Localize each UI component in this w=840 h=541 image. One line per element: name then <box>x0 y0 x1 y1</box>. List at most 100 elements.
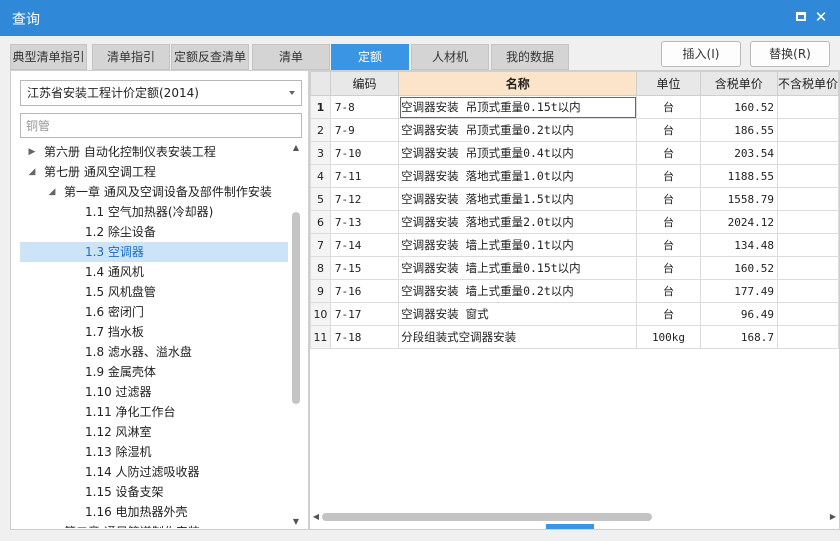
column-header-name[interactable]: 名称 <box>398 71 638 96</box>
collapse-arrow-icon[interactable]: ◢ <box>26 162 38 182</box>
price-notax-cell[interactable] <box>776 279 839 303</box>
tab-list[interactable]: 清单 <box>252 44 330 70</box>
name-cell[interactable]: 空调器安装 落地式重量2.0t以内 <box>398 210 638 234</box>
column-header-price-tax[interactable]: 含税单价 <box>699 71 778 96</box>
column-header-unit[interactable]: 单位 <box>636 71 701 96</box>
table-row[interactable]: 6 7-13 空调器安装 落地式重量2.0t以内台 2024.12 <box>310 210 839 234</box>
tree-item[interactable]: 1.3 空调器 <box>20 242 288 262</box>
price-notax-cell[interactable] <box>776 325 839 349</box>
code-cell[interactable]: 7-13 <box>329 210 400 234</box>
table-row[interactable]: 7 7-14 空调器安装 墙上式重量0.1t以内台 134.48 <box>310 233 839 257</box>
row-number[interactable]: 8 <box>310 256 331 280</box>
close-button[interactable]: ✕ <box>813 9 829 25</box>
name-cell[interactable]: 空调器安装 窗式 <box>398 302 638 326</box>
price-notax-cell[interactable] <box>776 302 839 326</box>
price-tax-cell[interactable]: 160.52 <box>699 256 778 280</box>
name-cell[interactable]: 空调器安装 墙上式重量0.15t以内 <box>398 256 638 280</box>
tab-typical-list-guide[interactable]: 典型清单指引 <box>10 44 87 70</box>
table-row[interactable]: 1 7-8 空调器安装 吊顶式重量0.15t以内台 160.52 <box>310 95 839 119</box>
tree-item[interactable]: 1.14 人防过滤吸收器 <box>20 462 288 482</box>
tree-scrollbar[interactable]: ▲ ▼ <box>290 142 302 528</box>
code-cell[interactable]: 7-14 <box>329 233 400 257</box>
name-cell[interactable]: 空调器安装 墙上式重量0.1t以内 <box>398 233 638 257</box>
code-cell[interactable]: 7-11 <box>329 164 400 188</box>
tree-item[interactable]: 1.16 电加热器外壳 <box>20 502 288 522</box>
name-cell[interactable]: 空调器安装 吊顶式重量0.2t以内 <box>398 118 638 142</box>
price-notax-cell[interactable] <box>776 164 839 188</box>
table-row[interactable]: 4 7-11 空调器安装 落地式重量1.0t以内台 1188.55 <box>310 164 839 188</box>
unit-cell[interactable]: 台 <box>636 187 701 211</box>
search-input[interactable] <box>20 113 302 138</box>
price-tax-cell[interactable]: 1188.55 <box>699 164 778 188</box>
tree-item[interactable]: 1.9 金属壳体 <box>20 362 288 382</box>
tree-item[interactable]: 1.2 除尘设备 <box>20 222 288 242</box>
horizontal-scrollbar-thumb[interactable] <box>322 513 652 521</box>
code-cell[interactable]: 7-10 <box>329 141 400 165</box>
code-cell[interactable]: 7-18 <box>329 325 400 349</box>
column-header-code[interactable]: 编码 <box>329 71 400 96</box>
expand-arrow-icon[interactable]: ▶ <box>46 522 58 528</box>
unit-cell[interactable]: 台 <box>636 164 701 188</box>
unit-cell[interactable]: 台 <box>636 233 701 257</box>
code-cell[interactable]: 7-9 <box>329 118 400 142</box>
code-cell[interactable]: 7-15 <box>329 256 400 280</box>
code-cell[interactable]: 7-12 <box>329 187 400 211</box>
price-tax-cell[interactable]: 134.48 <box>699 233 778 257</box>
tree-item[interactable]: 1.8 滤水器、溢水盘 <box>20 342 288 362</box>
table-row[interactable]: 8 7-15 空调器安装 墙上式重量0.15t以内台 160.52 <box>310 256 839 280</box>
price-tax-cell[interactable]: 2024.12 <box>699 210 778 234</box>
price-tax-cell[interactable]: 160.52 <box>699 95 778 119</box>
tree-item[interactable]: ▶ 第六册 自动化控制仪表安装工程 <box>20 142 288 162</box>
price-tax-cell[interactable]: 96.49 <box>699 302 778 326</box>
unit-cell[interactable]: 台 <box>636 256 701 280</box>
scroll-left-icon[interactable]: ◀ <box>310 511 322 523</box>
tree-item[interactable]: 1.5 风机盘管 <box>20 282 288 302</box>
unit-cell[interactable]: 台 <box>636 302 701 326</box>
name-cell[interactable]: 空调器安装 吊顶式重量0.4t以内 <box>398 141 638 165</box>
unit-cell[interactable]: 100kg <box>636 325 701 349</box>
table-row[interactable]: 11 7-18 分段组装式空调器安装 100kg 168.7 <box>310 325 839 349</box>
name-cell[interactable]: 空调器安装 吊顶式重量0.15t以内 <box>398 95 638 119</box>
price-tax-cell[interactable]: 177.49 <box>699 279 778 303</box>
column-header-price-notax[interactable]: 不含税单价 <box>776 71 839 96</box>
name-cell[interactable]: 分段组装式空调器安装 <box>398 325 638 349</box>
name-cell[interactable]: 空调器安装 落地式重量1.5t以内 <box>398 187 638 211</box>
table-row[interactable]: 2 7-9 空调器安装 吊顶式重量0.2t以内台 186.55 <box>310 118 839 142</box>
table-row[interactable]: 10 7-17 空调器安装 窗式台 96.49 <box>310 302 839 326</box>
tab-labor-material-machine[interactable]: 人材机 <box>411 44 489 70</box>
tab-quota-reverse-lookup[interactable]: 定额反查清单 <box>171 44 249 70</box>
row-number[interactable]: 6 <box>310 210 331 234</box>
expand-arrow-icon[interactable]: ▶ <box>26 142 38 162</box>
row-number[interactable]: 7 <box>310 233 331 257</box>
tree-item[interactable]: 1.12 风淋室 <box>20 422 288 442</box>
quota-library-select[interactable]: 江苏省安装工程计价定额(2014) <box>20 80 302 106</box>
row-number[interactable]: 5 <box>310 187 331 211</box>
unit-cell[interactable]: 台 <box>636 141 701 165</box>
row-number[interactable]: 10 <box>310 302 331 326</box>
price-notax-cell[interactable] <box>776 95 839 119</box>
unit-cell[interactable]: 台 <box>636 118 701 142</box>
code-cell[interactable]: 7-17 <box>329 302 400 326</box>
name-cell[interactable]: 空调器安装 落地式重量1.0t以内 <box>398 164 638 188</box>
price-notax-cell[interactable] <box>776 233 839 257</box>
scrollbar-thumb[interactable] <box>292 212 300 404</box>
table-row[interactable]: 3 7-10 空调器安装 吊顶式重量0.4t以内台 203.54 <box>310 141 839 165</box>
tab-my-data[interactable]: 我的数据 <box>491 44 569 70</box>
tree-item[interactable]: ▶ 第二章 通风管道制作安装 <box>20 522 288 528</box>
tree-item[interactable]: 1.10 过滤器 <box>20 382 288 402</box>
insert-button[interactable]: 插入(I) <box>661 41 741 67</box>
tree-item[interactable]: 1.6 密闭门 <box>20 302 288 322</box>
unit-cell[interactable]: 台 <box>636 210 701 234</box>
price-tax-cell[interactable]: 1558.79 <box>699 187 778 211</box>
code-cell[interactable]: 7-16 <box>329 279 400 303</box>
tree-item[interactable]: 1.1 空气加热器(冷却器) <box>20 202 288 222</box>
panel-resize-handle[interactable] <box>546 524 594 529</box>
scroll-up-icon[interactable]: ▲ <box>290 142 302 154</box>
tree-item[interactable]: 1.15 设备支架 <box>20 482 288 502</box>
tab-quota[interactable]: 定额 <box>331 44 409 70</box>
row-number[interactable]: 3 <box>310 141 331 165</box>
price-notax-cell[interactable] <box>776 118 839 142</box>
replace-button[interactable]: 替换(R) <box>750 41 830 67</box>
unit-cell[interactable]: 台 <box>636 279 701 303</box>
tree-item[interactable]: 1.13 除湿机 <box>20 442 288 462</box>
